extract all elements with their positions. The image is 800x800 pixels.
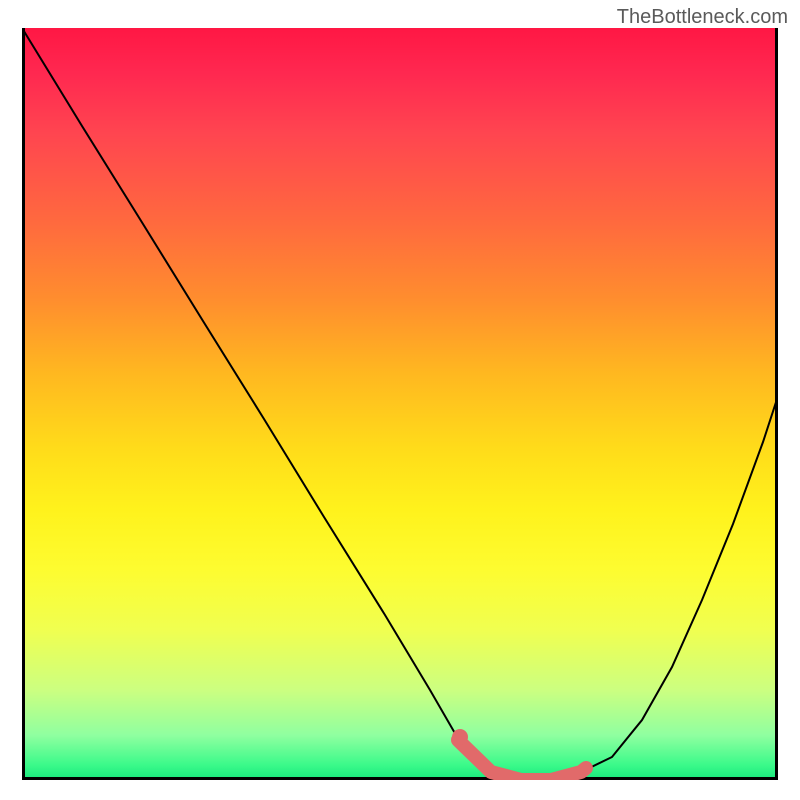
highlight-start-dot (452, 729, 468, 745)
optimal-zone-highlight (458, 740, 586, 780)
bottleneck-curve (22, 28, 778, 780)
plot-area (22, 28, 778, 780)
watermark-text: TheBottleneck.com (617, 6, 788, 29)
chart-svg (22, 28, 778, 780)
